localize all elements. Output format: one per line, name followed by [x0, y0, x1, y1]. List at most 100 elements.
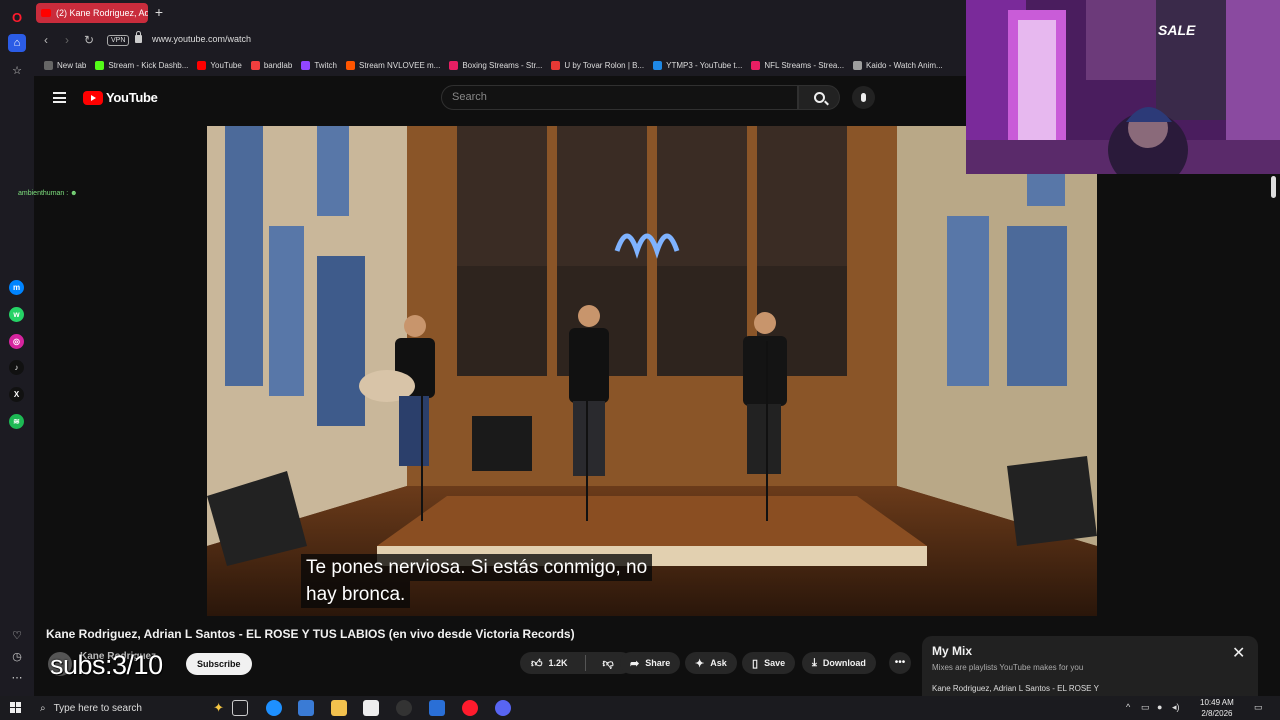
search-icon: [813, 92, 825, 103]
bookmarks-bar: New tab Stream - Kick Dashb... YouTube band…: [34, 54, 966, 76]
bookmark-item[interactable]: Twitch: [301, 60, 337, 70]
opera-logo-icon[interactable]: O: [8, 8, 26, 26]
notification-icon[interactable]: ▭: [1254, 702, 1263, 713]
discord-icon[interactable]: [495, 700, 511, 716]
video-title: Kane Rodriguez, Adrian L Santos - EL ROS…: [46, 627, 575, 641]
bookmark-icon: ▯: [752, 657, 759, 670]
store-icon[interactable]: [363, 700, 379, 716]
video-frame: [207, 126, 1097, 616]
network-icon[interactable]: ▭: [1141, 702, 1150, 713]
pinboard-icon[interactable]: ☆: [8, 61, 26, 79]
bookmark-favicon-icon: [751, 60, 761, 70]
file-explorer-icon[interactable]: [331, 700, 347, 716]
windows-start-icon[interactable]: [10, 702, 22, 714]
bookmark-item[interactable]: Boxing Streams - Str...: [449, 60, 543, 70]
forward-icon[interactable]: ›: [60, 32, 74, 48]
home-icon[interactable]: ⌂: [8, 34, 26, 52]
save-button[interactable]: ▯ Save: [742, 652, 796, 674]
x-icon[interactable]: X: [9, 387, 24, 402]
reload-icon[interactable]: ↻: [82, 32, 96, 48]
lock-icon[interactable]: [135, 31, 142, 43]
download-button[interactable]: ⤓ Download: [802, 652, 876, 674]
youtube-logo-text: YouTube: [106, 90, 158, 105]
bookmark-label: Boxing Streams - Str...: [462, 60, 543, 70]
more-actions-button[interactable]: •••: [889, 652, 911, 674]
like-button[interactable]: 👍︎ 1.2K: [520, 652, 579, 674]
voice-search-button[interactable]: [852, 86, 875, 109]
clock-date: 2/8/2026: [1201, 709, 1233, 718]
bookmark-favicon-icon: [197, 60, 207, 70]
tray-chevron-icon[interactable]: ^: [1126, 702, 1130, 712]
menu-icon[interactable]: [53, 92, 66, 103]
search-input[interactable]: Search: [441, 85, 798, 110]
instagram-icon[interactable]: ◎: [9, 334, 24, 349]
task-view-icon[interactable]: [232, 700, 248, 716]
stream-overlay-subs-goal: subs:3/10: [50, 650, 163, 680]
webcam-feed: [966, 0, 1280, 174]
bookmark-item[interactable]: Stream - Kick Dashb...: [95, 60, 188, 70]
clock-time: 10:49 AM: [1200, 698, 1234, 707]
tiktok-icon[interactable]: ♪: [9, 360, 24, 375]
taskbar-clock[interactable]: 10:49 AM 2/8/2026: [1200, 697, 1234, 719]
youtube-favicon-icon: [41, 9, 51, 17]
opera-taskbar-icon[interactable]: [462, 700, 478, 716]
chrome-icon[interactable]: [298, 700, 314, 716]
download-label: Download: [822, 658, 866, 668]
history-icon[interactable]: ◷: [8, 647, 26, 665]
bookmark-item[interactable]: YouTube: [197, 60, 242, 70]
heart-icon[interactable]: ♡: [8, 626, 26, 644]
bookmark-item[interactable]: Kaido - Watch Anim...: [853, 60, 943, 70]
bookmark-item[interactable]: U by Tovar Rolon | B...: [551, 60, 645, 70]
page-scrollbar[interactable]: [1271, 176, 1276, 198]
obs-icon[interactable]: [396, 700, 412, 716]
bookmark-item[interactable]: bandlab: [250, 60, 292, 70]
video-actions-row: Kane Rodriguez subs:3/10 Subscribe 👍︎ 1.…: [46, 650, 916, 680]
bookmark-item[interactable]: Stream NVLOVEE m...: [345, 60, 440, 70]
browser-tab-youtube[interactable]: (2) Kane Rodriguez, Adria: [36, 3, 148, 23]
bookmark-favicon-icon: [95, 60, 105, 70]
tab-title: (2) Kane Rodriguez, Adria: [56, 8, 148, 18]
like-count: 1.2K: [548, 658, 568, 668]
bookmark-item[interactable]: NFL Streams - Strea...: [751, 60, 845, 70]
youtube-play-icon: [83, 90, 103, 105]
whatsapp-icon[interactable]: w: [9, 307, 24, 322]
bookmark-label: NFL Streams - Strea...: [764, 60, 845, 70]
taskbar-search[interactable]: ⌕ Type here to search ✦: [34, 696, 224, 720]
bookmark-label: YTMP3 - YouTube t...: [666, 60, 743, 70]
address-bar: ‹ › ↻ VPN www.youtube.com/watch: [34, 26, 966, 54]
more-icon[interactable]: ⋯: [8, 668, 26, 686]
close-icon[interactable]: ✕: [1232, 646, 1245, 662]
youtube-logo[interactable]: YouTube: [83, 90, 158, 105]
bookmark-item[interactable]: YTMP3 - YouTube t...: [653, 60, 743, 70]
share-button[interactable]: ➦ Share: [620, 652, 681, 674]
bookmark-favicon-icon: [301, 60, 311, 70]
vpn-badge[interactable]: VPN: [107, 35, 130, 46]
mix-first-item[interactable]: Kane Rodriguez, Adrian L Santos - EL ROS…: [932, 684, 1099, 693]
spotify-icon[interactable]: ≋: [9, 414, 24, 429]
stream-chat-message: ambienthuman : ☻: [18, 190, 78, 197]
ask-button[interactable]: ✦ Ask: [685, 652, 737, 674]
mic-tray-icon[interactable]: ●: [1157, 702, 1162, 712]
subscribe-button[interactable]: Subscribe: [186, 653, 252, 675]
my-mix-subtitle: Mixes are playlists YouTube makes for yo…: [932, 663, 1084, 672]
search-icon: ⌕: [40, 702, 46, 714]
bookmark-label: U by Tovar Rolon | B...: [564, 60, 645, 70]
bookmark-favicon-icon: [853, 60, 863, 70]
download-icon: ⤓: [812, 656, 817, 669]
mail-icon[interactable]: [429, 700, 445, 716]
search-button[interactable]: [798, 85, 840, 110]
sparkle-icon: ✦: [695, 657, 705, 670]
bookmark-label: Kaido - Watch Anim...: [866, 60, 943, 70]
bookmark-favicon-icon: [44, 60, 53, 70]
video-player[interactable]: Te pones nerviosa. Si estás conmigo, no …: [207, 126, 1097, 616]
edge-icon[interactable]: [266, 700, 282, 716]
microphone-icon: [861, 93, 866, 102]
url-field[interactable]: www.youtube.com/watch: [152, 34, 251, 44]
bookmark-favicon-icon: [653, 60, 663, 70]
volume-icon[interactable]: ◂): [1172, 702, 1180, 713]
bookmark-favicon-icon: [345, 60, 355, 70]
bookmark-item[interactable]: New tab: [44, 60, 86, 70]
back-icon[interactable]: ‹: [39, 32, 53, 48]
new-tab-button[interactable]: +: [152, 4, 166, 20]
messenger-icon[interactable]: m: [9, 280, 24, 295]
